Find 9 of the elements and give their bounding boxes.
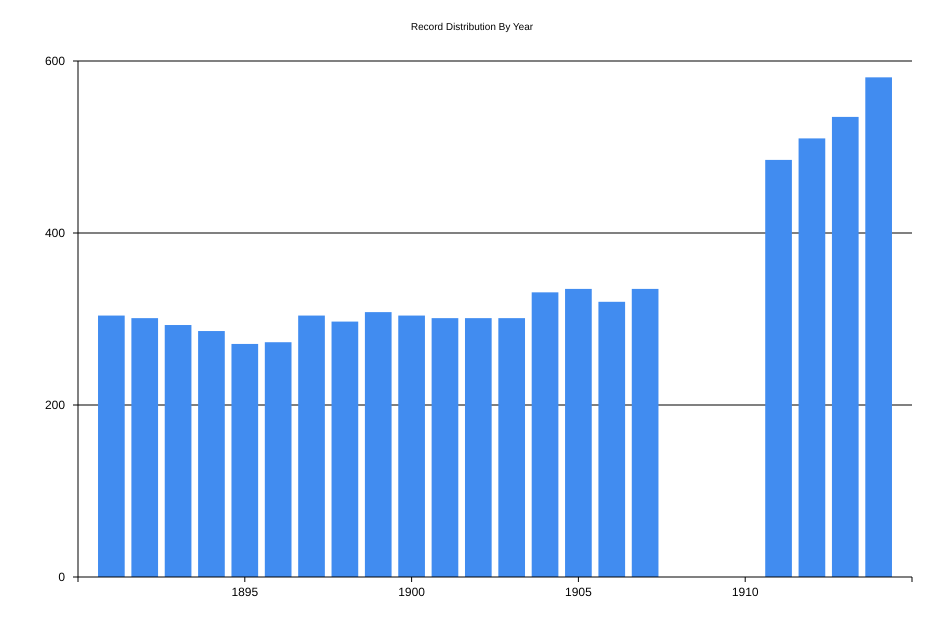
y-tick-label: 600 xyxy=(44,54,65,68)
x-tick-label: 1895 xyxy=(231,585,258,599)
y-tick-label: 0 xyxy=(58,570,65,584)
x-tick-label: 1905 xyxy=(565,585,592,599)
y-tick-label: 400 xyxy=(44,226,65,240)
chart-title: Record Distribution By Year xyxy=(410,22,534,33)
y-tick-label: 200 xyxy=(44,398,65,412)
x-tick-label: 1900 xyxy=(398,585,425,599)
x-tick-label: 1910 xyxy=(732,585,759,599)
